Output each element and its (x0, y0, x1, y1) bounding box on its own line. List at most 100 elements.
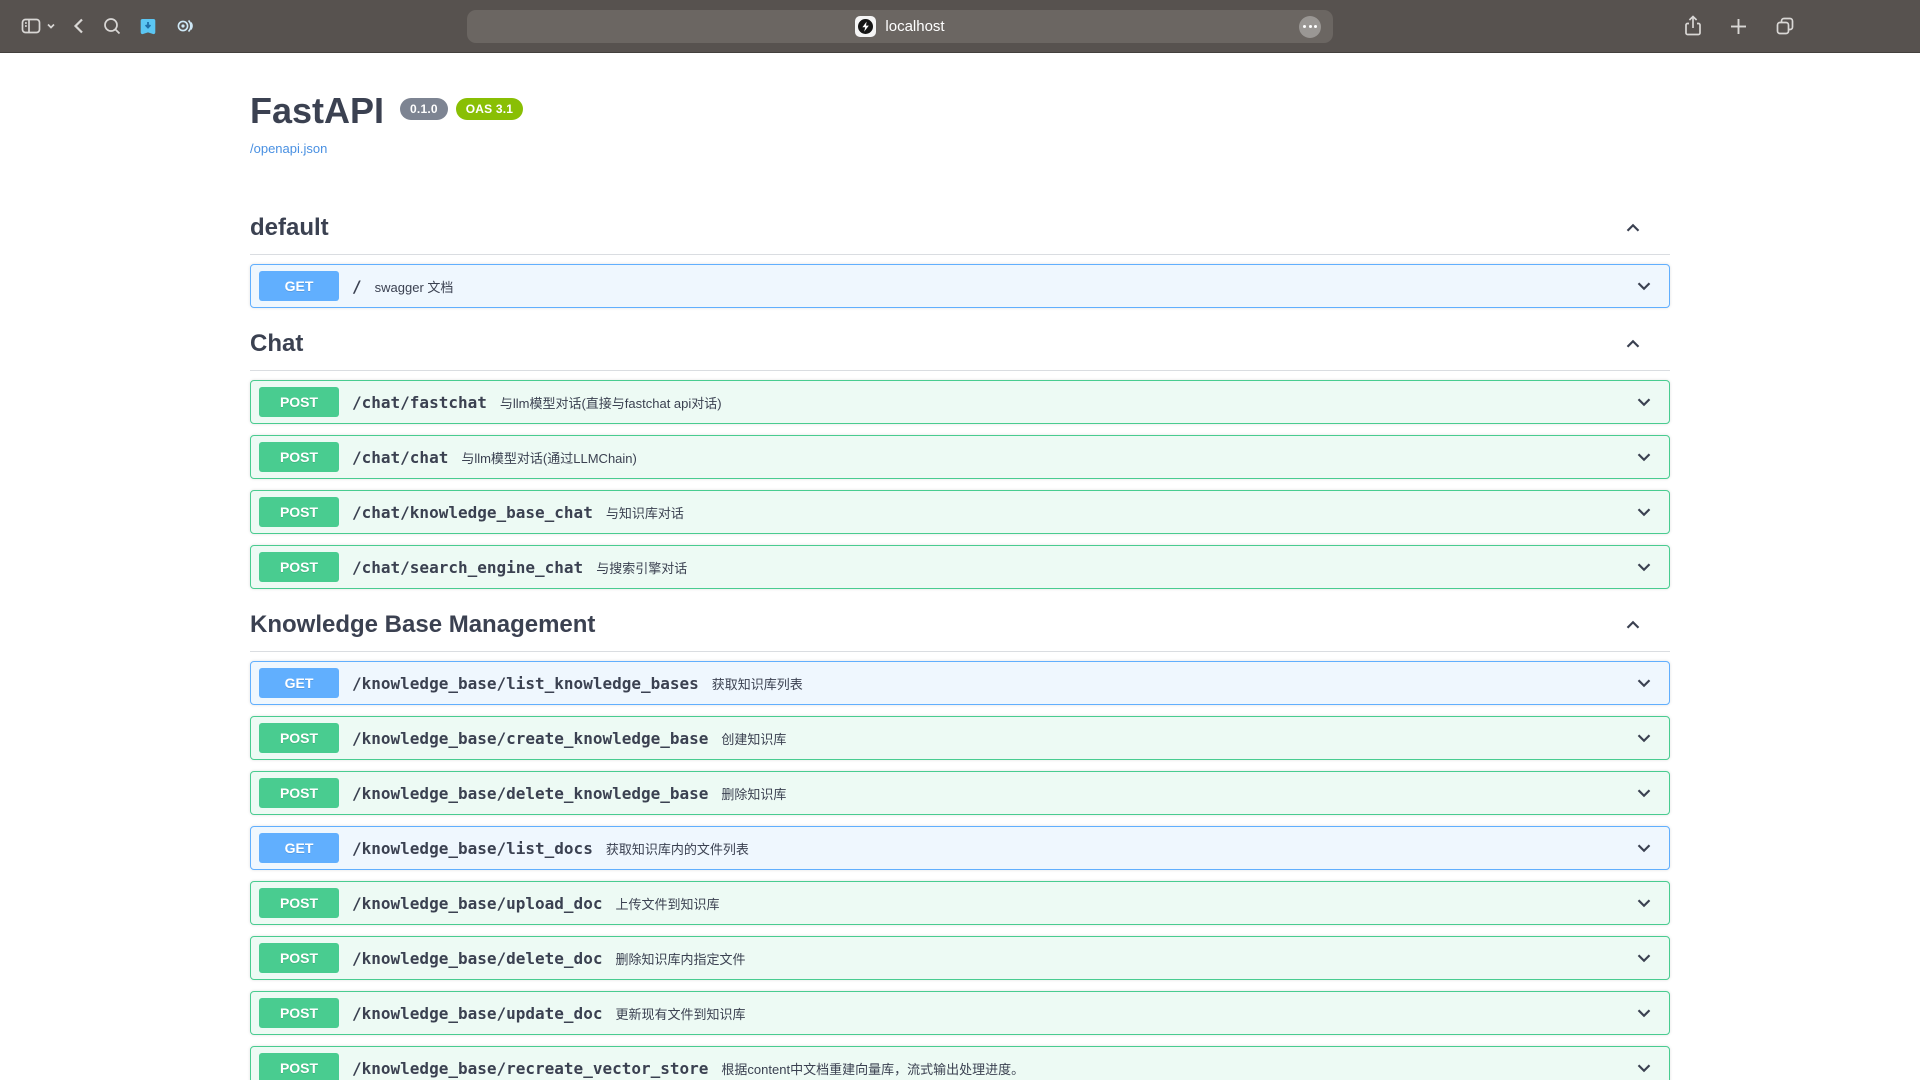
chevron-down-icon (1633, 892, 1655, 914)
endpoint-row[interactable]: POST /chat/search_engine_chat 与搜索引擎对话 (250, 545, 1670, 589)
endpoint-path: /chat/chat (352, 448, 448, 467)
api-info: FastAPI 0.1.0 OAS 3.1 /openapi.json (250, 53, 1670, 158)
endpoint-summary: 与搜索引擎对话 (596, 558, 687, 577)
sidebar-toggle-icon (20, 15, 42, 37)
toolbar-left-group (0, 9, 204, 43)
endpoint-row[interactable]: GET / swagger 文档 (250, 264, 1670, 308)
chevron-down-icon (1633, 837, 1655, 859)
extension-radar-icon (174, 15, 196, 37)
method-badge: POST (259, 888, 339, 918)
expand-endpoint-button[interactable] (1633, 1057, 1655, 1079)
address-bar[interactable]: localhost (467, 10, 1333, 43)
method-badge: POST (259, 497, 339, 527)
browser-toolbar: localhost (0, 0, 1920, 53)
page-settings-button[interactable] (1299, 16, 1321, 38)
chevron-down-icon (1633, 391, 1655, 413)
endpoint-row[interactable]: GET /knowledge_base/list_docs 获取知识库内的文件列… (250, 826, 1670, 870)
page-body: FastAPI 0.1.0 OAS 3.1 /openapi.json defa… (0, 53, 1920, 1080)
endpoint-row[interactable]: POST /knowledge_base/delete_knowledge_ba… (250, 771, 1670, 815)
section-header[interactable]: Chat (250, 330, 1670, 371)
section-operations: GET /knowledge_base/list_knowledge_bases… (250, 652, 1670, 1080)
tab-overview-icon (1774, 15, 1796, 37)
endpoint-path: /chat/search_engine_chat (352, 558, 583, 577)
endpoint-path: /knowledge_base/delete_doc (352, 949, 602, 968)
openapi-spec-link[interactable]: /openapi.json (250, 141, 327, 156)
section-title: Knowledge Base Management (250, 611, 595, 639)
endpoint-summary: 与知识库对话 (606, 503, 684, 522)
expand-endpoint-button[interactable] (1633, 892, 1655, 914)
api-title-text: FastAPI (250, 89, 384, 132)
ellipsis-icon (1303, 25, 1306, 28)
oas-badge: OAS 3.1 (456, 98, 523, 120)
expand-endpoint-button[interactable] (1633, 391, 1655, 413)
search-button[interactable] (94, 9, 130, 43)
new-tab-button[interactable] (1721, 9, 1756, 43)
chevron-down-icon (46, 21, 56, 31)
method-badge: POST (259, 1053, 339, 1080)
method-badge: POST (259, 778, 339, 808)
back-icon (72, 17, 86, 35)
version-badge: 0.1.0 (400, 98, 448, 120)
endpoint-summary: 创建知识库 (721, 729, 786, 748)
expand-endpoint-button[interactable] (1633, 727, 1655, 749)
endpoint-row[interactable]: POST /knowledge_base/create_knowledge_ba… (250, 716, 1670, 760)
endpoint-path: /knowledge_base/list_knowledge_bases (352, 674, 699, 693)
endpoint-path: /knowledge_base/upload_doc (352, 894, 602, 913)
chevron-down-icon (1633, 727, 1655, 749)
endpoint-row[interactable]: POST /chat/chat 与llm模型对话(通过LLMChain) (250, 435, 1670, 479)
chevron-down-icon (1633, 556, 1655, 578)
endpoint-row[interactable]: POST /knowledge_base/recreate_vector_sto… (250, 1046, 1670, 1080)
chevron-down-icon (1633, 672, 1655, 694)
sidebar-toggle-button[interactable] (12, 9, 64, 43)
method-badge: POST (259, 552, 339, 582)
chevron-down-icon (1633, 1057, 1655, 1079)
tab-overview-button[interactable] (1766, 9, 1804, 43)
section-header[interactable]: default (250, 214, 1670, 255)
endpoint-summary: 更新现有文件到知识库 (615, 1004, 745, 1023)
endpoint-path: /knowledge_base/list_docs (352, 839, 593, 858)
site-favicon (855, 16, 876, 37)
expand-endpoint-button[interactable] (1633, 1002, 1655, 1024)
collapse-section-icon[interactable] (1622, 333, 1644, 355)
collapse-section-icon[interactable] (1622, 614, 1644, 636)
endpoint-row[interactable]: POST /knowledge_base/upload_doc 上传文件到知识库 (250, 881, 1670, 925)
endpoint-summary: 与llm模型对话(直接与fastchat api对话) (500, 393, 722, 412)
endpoint-path: /chat/knowledge_base_chat (352, 503, 593, 522)
expand-endpoint-button[interactable] (1633, 837, 1655, 859)
expand-endpoint-button[interactable] (1633, 556, 1655, 578)
method-badge: GET (259, 271, 339, 301)
expand-endpoint-button[interactable] (1633, 446, 1655, 468)
endpoint-summary: 删除知识库内指定文件 (615, 949, 745, 968)
share-icon (1683, 15, 1703, 37)
endpoint-summary: 删除知识库 (721, 784, 786, 803)
expand-endpoint-button[interactable] (1633, 501, 1655, 523)
section-operations: POST /chat/fastchat 与llm模型对话(直接与fastchat… (250, 371, 1670, 589)
sections: default GET / swagger 文档 Chat POST /chat… (250, 214, 1670, 1080)
endpoint-path: /knowledge_base/update_doc (352, 1004, 602, 1023)
toolbar-right-group (1675, 0, 1804, 52)
collapse-section-icon[interactable] (1622, 217, 1644, 239)
share-button[interactable] (1675, 9, 1711, 43)
back-button[interactable] (64, 9, 94, 43)
chevron-down-icon (1633, 501, 1655, 523)
extension-button-1[interactable] (130, 9, 166, 43)
expand-endpoint-button[interactable] (1633, 947, 1655, 969)
expand-endpoint-button[interactable] (1633, 782, 1655, 804)
expand-endpoint-button[interactable] (1633, 275, 1655, 297)
endpoint-row[interactable]: GET /knowledge_base/list_knowledge_bases… (250, 661, 1670, 705)
endpoint-row[interactable]: POST /knowledge_base/update_doc 更新现有文件到知… (250, 991, 1670, 1035)
api-tag-section: Knowledge Base Management GET /knowledge… (250, 611, 1670, 1080)
section-title: Chat (250, 330, 303, 358)
endpoint-row[interactable]: POST /chat/fastchat 与llm模型对话(直接与fastchat… (250, 380, 1670, 424)
address-content: localhost (855, 16, 944, 37)
endpoint-row[interactable]: POST /knowledge_base/delete_doc 删除知识库内指定… (250, 936, 1670, 980)
expand-endpoint-button[interactable] (1633, 672, 1655, 694)
extension-button-2[interactable] (166, 9, 204, 43)
search-icon (102, 16, 122, 36)
page-title: FastAPI 0.1.0 OAS 3.1 (250, 89, 1670, 132)
chevron-down-icon (1633, 1002, 1655, 1024)
chevron-down-icon (1633, 782, 1655, 804)
endpoint-row[interactable]: POST /chat/knowledge_base_chat 与知识库对话 (250, 490, 1670, 534)
section-header[interactable]: Knowledge Base Management (250, 611, 1670, 652)
endpoint-path: /chat/fastchat (352, 393, 487, 412)
